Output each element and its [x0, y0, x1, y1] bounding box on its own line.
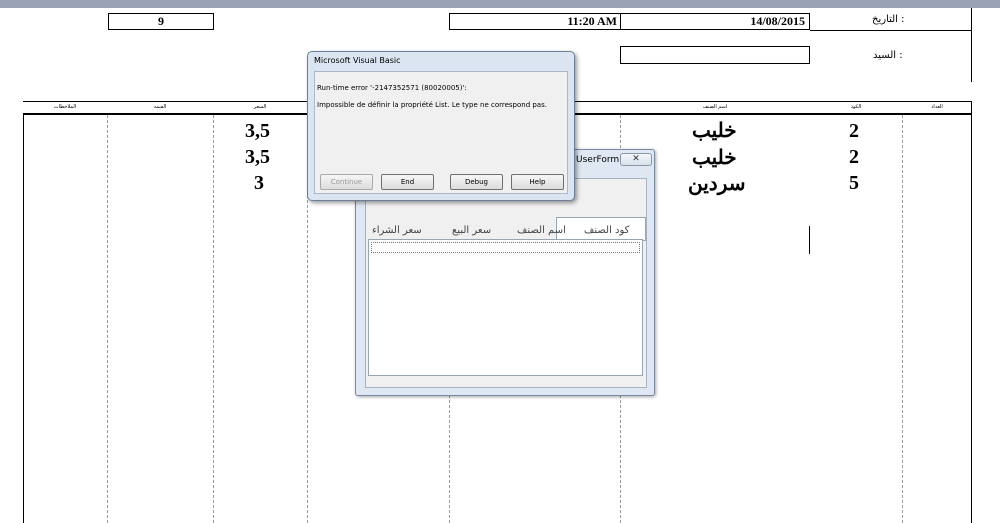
row1-code[interactable]: 2: [849, 120, 859, 143]
close-icon: ✕: [632, 154, 640, 164]
debug-button[interactable]: Debug: [450, 174, 503, 190]
end-button[interactable]: End: [381, 174, 434, 190]
table-right-border: [971, 101, 972, 523]
listbox-focus-row[interactable]: [371, 242, 640, 253]
error-message-text: Impossible de définir la propriété List.…: [317, 101, 547, 109]
grid-col-6: [902, 115, 903, 523]
row3-price[interactable]: 3: [254, 172, 264, 195]
userform-col-buyprice: سعر الشراء: [372, 225, 422, 236]
date-cell[interactable]: 14/08/2015: [620, 13, 810, 30]
col-header-notes: الملاحظات: [53, 104, 77, 110]
userform-title: UserForm1: [576, 155, 625, 165]
invoice-number: 9: [158, 14, 164, 28]
invoice-number-cell[interactable]: 9: [108, 13, 214, 30]
help-button[interactable]: Help: [511, 174, 564, 190]
grid-col-code-left: [809, 226, 810, 254]
row2-code[interactable]: 2: [849, 146, 859, 169]
userform-col-sellprice: سعر البيع: [452, 225, 492, 236]
col-header-name: اسم الصنف: [702, 104, 728, 110]
top-strip: [0, 0, 1000, 8]
customer-cell[interactable]: [620, 46, 810, 64]
col-header-code: الكود: [850, 104, 862, 110]
userform-col-code: كود الصنف: [584, 225, 630, 236]
header-separator: [810, 30, 972, 31]
time-value: 11:20 AM: [567, 14, 617, 28]
userform-close-button[interactable]: ✕: [620, 153, 652, 166]
error-dialog-body: Run-time error '-2147352571 (80020005)':…: [314, 71, 568, 194]
row1-name[interactable]: خليب: [692, 118, 737, 143]
row3-code[interactable]: 5: [849, 172, 859, 195]
col-header-price: السعر: [253, 104, 267, 110]
userform-col-name: اسم الصنف: [517, 225, 566, 236]
row2-price[interactable]: 3,5: [245, 146, 270, 169]
grid-col-2: [213, 115, 214, 523]
row3-name[interactable]: سردين: [688, 171, 746, 196]
error-dialog-title: Microsoft Visual Basic: [314, 56, 401, 65]
col-header-counter: العداد: [931, 104, 943, 110]
userform-listbox[interactable]: [368, 239, 643, 376]
col-header-value: القيمه: [153, 104, 167, 110]
grid-col-1: [107, 115, 108, 523]
date-value: 14/08/2015: [750, 14, 805, 28]
error-code-text: Run-time error '-2147352571 (80020005)':: [317, 84, 467, 92]
date-label: التاريخ :: [872, 14, 905, 25]
row1-price[interactable]: 3,5: [245, 120, 270, 143]
continue-button[interactable]: Continue: [320, 174, 373, 190]
error-dialog[interactable]: Microsoft Visual Basic Run-time error '-…: [307, 51, 575, 201]
table-left-border: [23, 113, 24, 523]
row2-name[interactable]: خليب: [692, 145, 737, 170]
time-cell[interactable]: 11:20 AM: [449, 13, 622, 30]
customer-label: السيد :: [873, 50, 903, 61]
sheet-right-border: [971, 8, 972, 82]
